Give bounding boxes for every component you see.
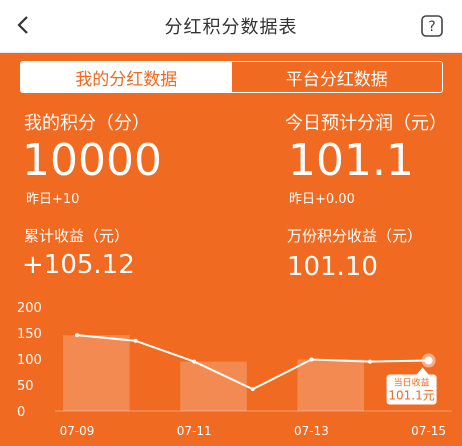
x-tick-label: 07-13 <box>294 424 329 438</box>
tooltip-value: 101.1元 <box>388 389 434 403</box>
tooltip-label: 当日收益 <box>394 377 430 389</box>
today-profit-value: 101.1 <box>288 135 414 186</box>
data-tabs: 我的分红数据 平台分红数据 <box>20 61 443 93</box>
my-points-change: 昨日+10 <box>26 192 80 207</box>
x-tick-label: 07-09 <box>60 424 95 438</box>
income-trend-chart: 200 150 100 50 0 07-09 07-11 07-13 07-15 当日收益101.… <box>17 301 452 438</box>
today-profit-change: 昨日+0.00 <box>289 192 355 207</box>
y-tick-label: 100 <box>17 353 42 368</box>
my-points-label: 我的积分（分） <box>24 113 150 134</box>
page-title: 分红积分数据表 <box>164 17 298 38</box>
data-point[interactable] <box>192 359 197 364</box>
today-profit-label: 今日预计分润（元） <box>285 113 447 134</box>
data-point[interactable] <box>309 357 314 362</box>
chart-band <box>180 361 247 411</box>
tab-platform-dividend[interactable]: 平台分红数据 <box>232 62 443 92</box>
y-tick-label: 200 <box>17 301 42 316</box>
y-tick-label: 50 <box>17 379 34 394</box>
total-income-label: 累计收益（元） <box>24 227 130 245</box>
x-tick-label: 07-11 <box>177 424 212 438</box>
help-button[interactable]: ? <box>420 14 444 38</box>
y-tick-label: 150 <box>17 327 42 342</box>
data-point[interactable] <box>424 356 433 365</box>
tooltip-arrow <box>416 367 429 375</box>
data-point[interactable] <box>250 387 255 392</box>
total-income-value: +105.12 <box>22 250 135 280</box>
app-header: 分红积分数据表 ? <box>0 0 462 53</box>
help-question-icon: ? <box>421 15 443 37</box>
per-10k-points-label: 万份积分收益（元） <box>287 227 423 245</box>
data-point[interactable] <box>75 333 79 338</box>
data-point[interactable] <box>368 359 372 364</box>
x-tick-label: 07-15 <box>411 424 446 438</box>
my-points-value: 10000 <box>22 135 162 186</box>
data-point[interactable] <box>133 338 138 343</box>
svg-text:?: ? <box>428 19 435 35</box>
tab-my-dividend[interactable]: 我的分红数据 <box>21 62 232 92</box>
series-line <box>76 334 429 391</box>
chart-band <box>63 335 130 411</box>
per-10k-points-value: 101.10 <box>287 252 378 282</box>
y-tick-label: 0 <box>17 405 25 420</box>
chart-band <box>297 359 364 411</box>
